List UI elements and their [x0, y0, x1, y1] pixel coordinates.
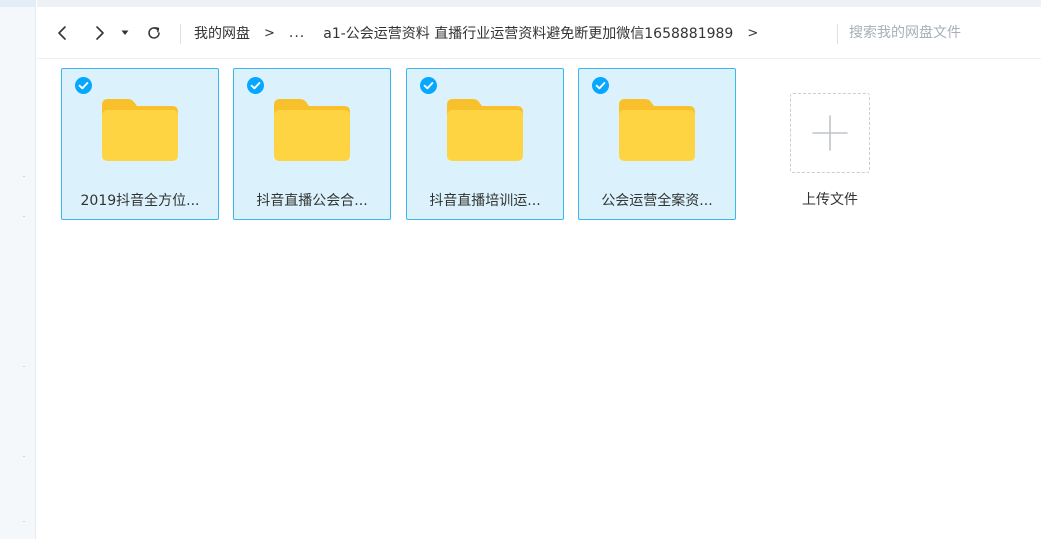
nav-divider — [180, 24, 181, 44]
sidebar-mark — [23, 521, 25, 522]
caret-down-icon — [121, 30, 129, 35]
folder-tile[interactable]: 抖音直播培训运... — [406, 68, 564, 220]
upload-file-button[interactable]: 上传文件 — [790, 68, 872, 208]
folder-name: 抖音直播公会合... — [256, 193, 368, 209]
upload-dropzone[interactable] — [790, 93, 870, 173]
sidebar-active-strip — [0, 0, 36, 7]
sidebar-mark — [23, 176, 25, 177]
check-circle-icon[interactable] — [247, 77, 264, 94]
folder-name: 抖音直播培训运... — [429, 193, 541, 209]
back-button[interactable] — [49, 19, 75, 47]
folder-name: 2019抖音全方位... — [80, 193, 200, 209]
search-divider — [837, 24, 838, 44]
sidebar-mark — [23, 366, 25, 367]
top-strip — [37, 0, 1041, 7]
folder-name: 公会运营全案资... — [601, 193, 713, 209]
breadcrumb: 我的网盘 > ... a1-公会运营资料 直播行业运营资料避免断更加微信1658… — [194, 19, 772, 47]
navigation-bar: 我的网盘 > ... a1-公会运营资料 直播行业运营资料避免断更加微信1658… — [37, 7, 1041, 59]
breadcrumb-trailing-separator[interactable]: > — [747, 26, 758, 41]
folder-tile[interactable]: 抖音直播公会合... — [233, 68, 391, 220]
breadcrumb-current-folder[interactable]: a1-公会运营资料 直播行业运营资料避免断更加微信1658881989 — [323, 23, 733, 43]
history-dropdown-button[interactable] — [117, 19, 133, 47]
folder-icon — [274, 99, 350, 161]
search-input[interactable] — [849, 21, 1029, 45]
refresh-icon — [148, 27, 160, 39]
chevron-left-icon — [58, 26, 66, 40]
sidebar-mark — [23, 456, 25, 457]
check-circle-icon[interactable] — [420, 77, 437, 94]
sidebar-mark — [23, 216, 25, 217]
check-circle-icon[interactable] — [75, 77, 92, 94]
breadcrumb-root[interactable]: 我的网盘 — [194, 23, 250, 43]
folder-tile[interactable]: 公会运营全案资... — [578, 68, 736, 220]
refresh-button[interactable] — [141, 19, 167, 47]
breadcrumb-separator: > — [264, 25, 275, 41]
folder-icon — [102, 99, 178, 161]
folder-tile[interactable]: 2019抖音全方位... — [61, 68, 219, 220]
folder-icon — [447, 99, 523, 161]
upload-file-label: 上传文件 — [802, 192, 858, 208]
breadcrumb-ellipsis[interactable]: ... — [289, 25, 305, 41]
chevron-right-icon — [96, 26, 104, 40]
plus-icon — [812, 115, 848, 151]
check-circle-icon[interactable] — [592, 77, 609, 94]
left-sidebar — [0, 0, 36, 539]
forward-button[interactable] — [87, 19, 113, 47]
folder-icon — [619, 99, 695, 161]
